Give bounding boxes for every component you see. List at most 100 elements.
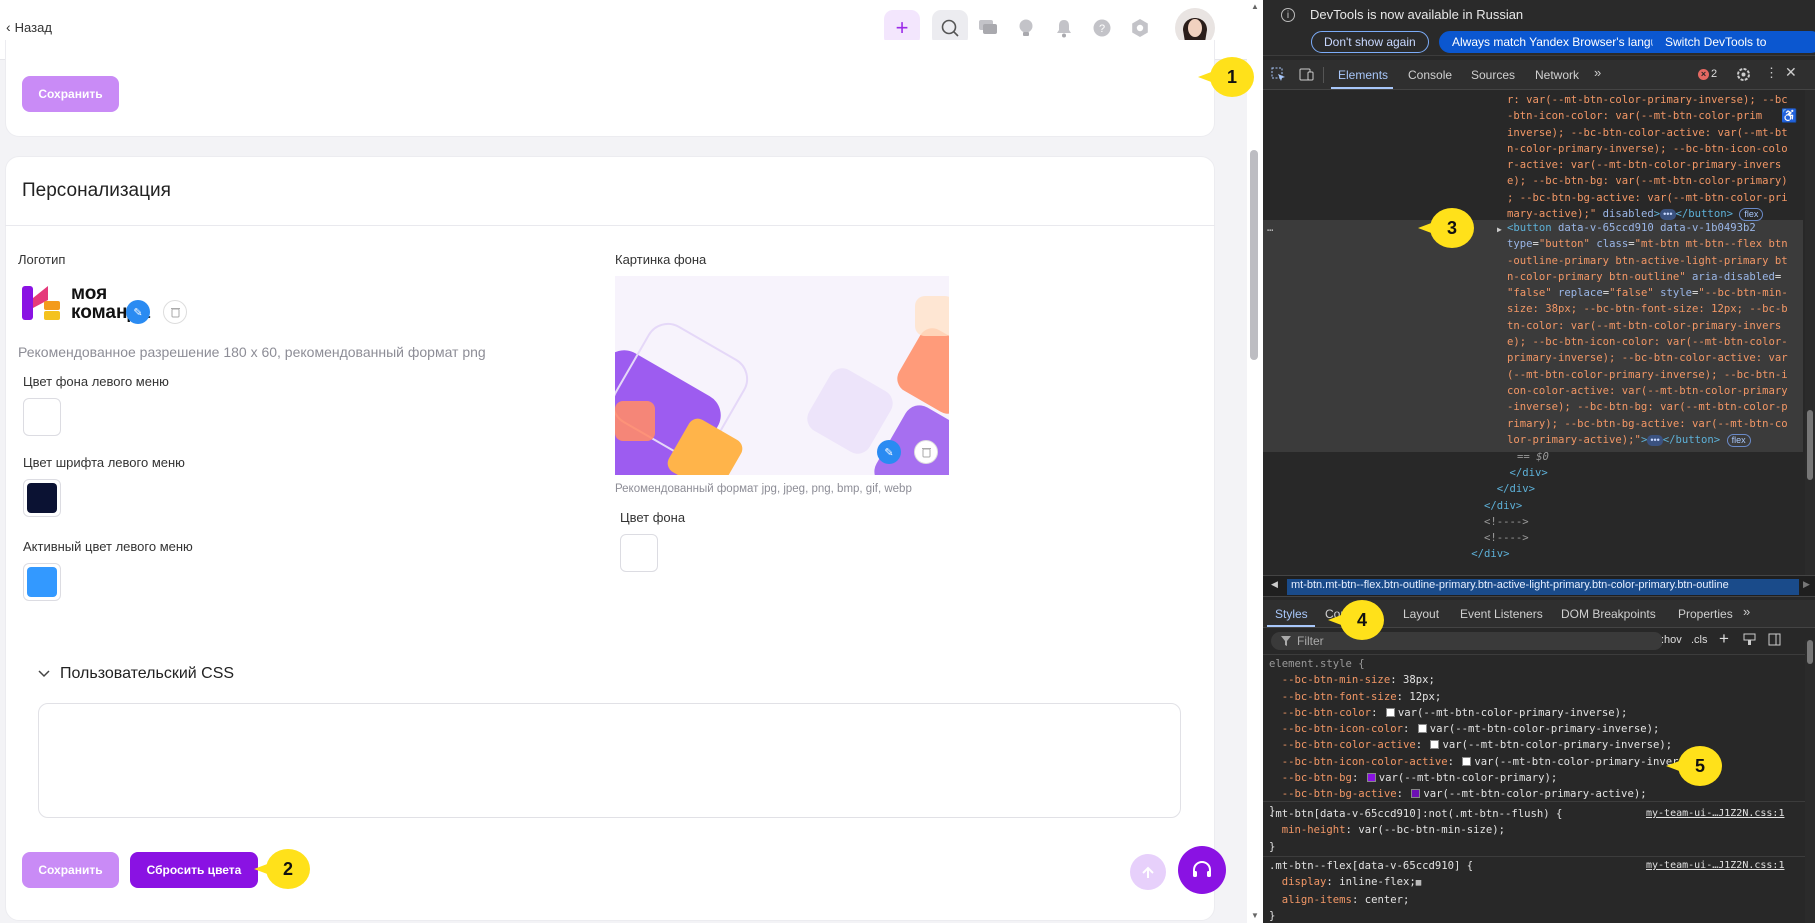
bg-color-swatch[interactable] (620, 534, 658, 572)
tabs-separator (1323, 67, 1324, 83)
styles-rule-separator-1 (1263, 801, 1815, 802)
bg-image-edit-button[interactable]: ✎ (877, 440, 901, 464)
scroll-top-button[interactable] (1130, 854, 1166, 890)
switch-devtools-button[interactable]: Switch DevTools to (1652, 31, 1815, 53)
scroll-up-arrow-icon[interactable]: ▲ (1251, 2, 1259, 11)
kebab-menu-icon[interactable]: ⋮ (1765, 65, 1778, 81)
rule-source-link-2[interactable]: my-team-ui-…J1Z2N.css:1 (1646, 858, 1784, 874)
logo-delete-button[interactable] (163, 300, 187, 324)
close-devtools-icon[interactable]: ✕ (1785, 64, 1797, 81)
bg-image-label: Картинка фона (615, 252, 707, 267)
reset-colors-button[interactable]: Сбросить цвета (130, 852, 258, 888)
headset-icon (1193, 860, 1211, 877)
app-scrollbar-thumb[interactable] (1250, 150, 1258, 360)
error-count: 2 (1711, 68, 1718, 80)
custom-css-editor[interactable] (38, 703, 1181, 818)
subtab-properties[interactable]: Properties (1678, 607, 1733, 621)
search-icon (941, 19, 959, 37)
custom-css-toggle[interactable]: Пользовательский CSS (38, 665, 234, 683)
bg-image-delete-button[interactable] (914, 440, 938, 464)
expand-triangle-icon[interactable]: ▶ (1497, 222, 1502, 238)
dont-show-again-button[interactable]: Don't show again (1311, 31, 1429, 53)
ellipsis-gutter: … (1267, 222, 1274, 234)
section-title: Персонализация (22, 180, 171, 201)
top-settings-card (5, 40, 1215, 137)
logo-hint: Рекомендованное разрешение 180 x 60, рек… (18, 344, 486, 360)
left-menu-active-label: Активный цвет левого меню (23, 539, 193, 554)
app-window: ‹ Назад + ? Сохранить Персонализация Лог (0, 0, 1263, 923)
app-scrollbar[interactable] (1247, 0, 1263, 923)
styles-filter-input[interactable]: Filter (1271, 632, 1663, 650)
bg-image-hint: Рекомендованный формат jpg, jpeg, png, b… (615, 483, 912, 495)
code-line-prev-button: r: var(--mt-btn-color-primary-inverse); … (1507, 94, 1788, 222)
trash-icon (170, 308, 180, 318)
left-menu-active-color (27, 567, 57, 597)
rule-source-link-1[interactable]: my-team-ui-…J1Z2N.css:1 (1646, 806, 1784, 822)
bg-color-label: Цвет фона (620, 510, 686, 525)
info-icon: i (1281, 8, 1295, 22)
tab-console[interactable]: Console (1408, 68, 1452, 82)
styles-scrollbar-thumb[interactable] (1807, 640, 1813, 664)
save-bottom-button[interactable]: Сохранить (22, 852, 119, 888)
styles-rule-separator-2 (1263, 856, 1815, 857)
gear-icon (1132, 19, 1148, 37)
left-menu-active-swatch[interactable] (23, 563, 61, 601)
subtab-styles[interactable]: Styles (1275, 607, 1308, 621)
logo-edit-button[interactable]: ✎ (126, 300, 150, 324)
styles-top-rule (1263, 654, 1815, 655)
devtools-panel: i DevTools is now available in Russian D… (1263, 0, 1815, 923)
left-menu-font-swatch[interactable] (23, 479, 61, 517)
cls-toggle[interactable]: .cls (1691, 634, 1708, 646)
element-style-rule: element.style { --bc-btn-min-size: 38px;… (1269, 658, 1704, 817)
logo-text-line1: моя (71, 283, 108, 304)
devtools-settings-icon[interactable] (1736, 67, 1751, 82)
devtools-language-banner: i DevTools is now available in Russian D… (1263, 0, 1815, 56)
breadcrumb-item[interactable]: mt-btn.mt-btn--flex.btn-outline-primary.… (1287, 579, 1799, 595)
banner-text: DevTools is now available in Russian (1310, 7, 1524, 22)
tab-sources[interactable]: Sources (1471, 68, 1515, 82)
new-rule-icon[interactable]: + (1719, 629, 1729, 649)
elements-scrollbar-thumb[interactable] (1807, 410, 1813, 480)
styles-pane[interactable]: element.style { --bc-btn-min-size: 38px;… (1269, 656, 1704, 819)
more-subtabs-icon[interactable]: » (1743, 604, 1750, 619)
breadcrumb-right-arrow-icon[interactable]: ▶ (1803, 579, 1810, 590)
logo-label: Логотип (18, 252, 66, 267)
trash-icon (921, 448, 931, 458)
filter-icon (1281, 636, 1291, 646)
code-line-selected-button: <button data-v-65ccd910 data-v-1b0493b2 … (1507, 222, 1788, 447)
more-tabs-icon[interactable]: » (1594, 65, 1601, 80)
scroll-down-arrow-icon[interactable]: ▼ (1251, 911, 1259, 920)
subtab-styles-underline (1267, 625, 1315, 627)
chevron-down-icon (38, 670, 50, 678)
sidebar-toggle-icon[interactable] (1768, 633, 1781, 646)
subtab-event-listeners[interactable]: Event Listeners (1460, 607, 1543, 621)
tab-elements[interactable]: Elements (1338, 68, 1388, 82)
subtab-dom-breakpoints[interactable]: DOM Breakpoints (1561, 607, 1656, 621)
annotation-3: 3 (1418, 208, 1474, 248)
subtab-layout[interactable]: Layout (1403, 607, 1439, 621)
save-top-button[interactable]: Сохранить (22, 76, 119, 112)
element-breadcrumb[interactable]: ◀ mt-btn.mt-btn--flex.btn-outline-primar… (1263, 575, 1815, 597)
left-menu-bg-swatch[interactable] (23, 398, 61, 436)
back-link[interactable]: ‹ Назад (6, 19, 52, 35)
elements-scrollbar[interactable] (1805, 90, 1815, 575)
support-button[interactable] (1178, 846, 1226, 894)
elements-tree[interactable]: r: var(--mt-btn-color-primary-inverse); … (1263, 90, 1803, 575)
inspect-element-icon[interactable] (1271, 67, 1286, 82)
pencil-icon: ✎ (884, 446, 894, 459)
device-toolbar-icon[interactable] (1299, 67, 1314, 82)
arrow-up-icon (1142, 866, 1154, 878)
breadcrumb-left-arrow-icon[interactable]: ◀ (1271, 579, 1278, 590)
section-divider (5, 225, 1215, 226)
tab-network[interactable]: Network (1535, 68, 1579, 82)
chevron-left-icon: ‹ (6, 19, 11, 35)
error-icon[interactable]: × (1698, 69, 1709, 80)
annotation-2: 2 (254, 849, 310, 889)
styles-scrollbar[interactable] (1805, 640, 1815, 923)
bell-icon (1057, 20, 1071, 38)
accessibility-icon[interactable]: ♿ (1781, 108, 1797, 124)
pencil-icon: ✎ (133, 306, 143, 319)
hov-toggle[interactable]: :hov (1661, 634, 1682, 646)
paint-brush-icon[interactable] (1743, 633, 1756, 646)
svg-text:?: ? (1099, 23, 1105, 35)
